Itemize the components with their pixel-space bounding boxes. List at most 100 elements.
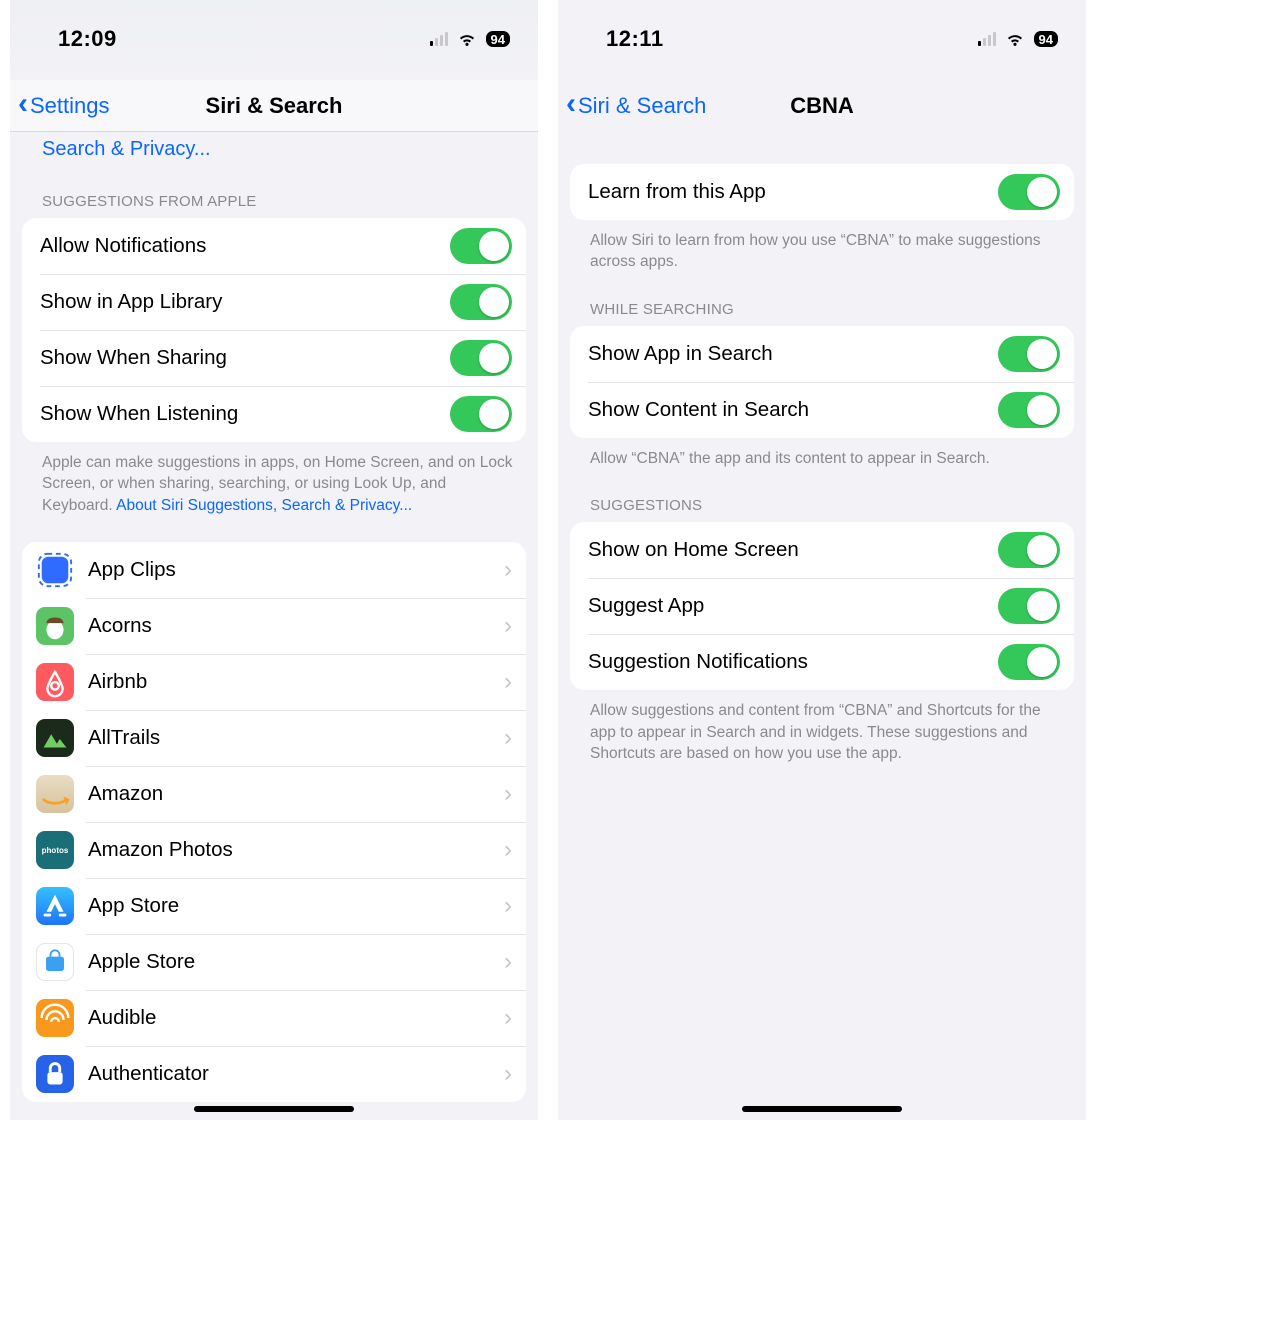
app-label: Apple Store xyxy=(88,950,496,974)
app-label: Acorns xyxy=(88,614,496,638)
cellular-signal-icon xyxy=(430,32,448,46)
app-label: App Store xyxy=(88,894,496,918)
about-privacy-link-top[interactable]: Search & Privacy... xyxy=(10,132,538,169)
row-suggestion-notifications[interactable]: Suggestion Notifications xyxy=(570,634,1074,690)
chevron-right-icon: › xyxy=(496,892,512,920)
airbnb-icon xyxy=(36,663,74,701)
back-label: Settings xyxy=(30,93,110,119)
status-icons: 94 xyxy=(978,22,1058,50)
app-label: App Clips xyxy=(88,558,496,582)
chevron-right-icon: › xyxy=(496,612,512,640)
suggestions-footer: Allow suggestions and content from “CBNA… xyxy=(558,690,1086,768)
amazon-icon xyxy=(36,775,74,813)
cellular-signal-icon xyxy=(978,32,996,46)
app-row-audible[interactable]: Audible› xyxy=(22,990,526,1046)
toggle-allow-notifications[interactable] xyxy=(450,228,512,264)
chevron-left-icon: ‹ xyxy=(566,87,576,121)
toggle-show-when-sharing[interactable] xyxy=(450,340,512,376)
battery-badge: 94 xyxy=(1034,31,1058,47)
app-label: Authenticator xyxy=(88,1062,496,1086)
chevron-right-icon: › xyxy=(496,556,512,584)
row-label: Show When Sharing xyxy=(40,346,450,370)
app-row-appclips[interactable]: App Clips› xyxy=(22,542,526,598)
chevron-right-icon: › xyxy=(496,1004,512,1032)
toggle-show-when-listening[interactable] xyxy=(450,396,512,432)
row-label: Show When Listening xyxy=(40,402,450,426)
app-label: Amazon xyxy=(88,782,496,806)
chevron-left-icon: ‹ xyxy=(18,87,28,121)
appstore-icon xyxy=(36,887,74,925)
app-row-airbnb[interactable]: Airbnb› xyxy=(22,654,526,710)
audible-icon xyxy=(36,999,74,1037)
row-label: Learn from this App xyxy=(588,180,998,204)
home-indicator[interactable] xyxy=(194,1106,354,1112)
appclips-icon xyxy=(36,551,74,589)
suggestions-footer: Apple can make suggestions in apps, on H… xyxy=(10,442,538,520)
row-label: Show on Home Screen xyxy=(588,538,998,562)
back-button[interactable]: ‹Settings xyxy=(18,91,110,121)
app-row-amazonphotos[interactable]: photosAmazon Photos› xyxy=(22,822,526,878)
row-show-content-in-search[interactable]: Show Content in Search xyxy=(570,382,1074,438)
search-group: Show App in Search Show Content in Searc… xyxy=(570,326,1074,438)
alltrails-icon xyxy=(36,719,74,757)
apps-group: App Clips›Acorns›Airbnb›AllTrails›Amazon… xyxy=(22,542,526,1102)
page-title: Siri & Search xyxy=(206,93,343,119)
status-bar: 12:11 94 xyxy=(558,0,1086,72)
home-indicator[interactable] xyxy=(742,1106,902,1112)
toggle-show-in-app-library[interactable] xyxy=(450,284,512,320)
app-label: Airbnb xyxy=(88,670,496,694)
suggestions-toggle-group: Allow Notifications Show in App Library … xyxy=(22,218,526,442)
chevron-right-icon: › xyxy=(496,836,512,864)
app-row-acorns[interactable]: Acorns› xyxy=(22,598,526,654)
toggle-suggestion-notifications[interactable] xyxy=(998,644,1060,680)
status-bar: 12:09 94 xyxy=(10,0,538,72)
chevron-right-icon: › xyxy=(496,1060,512,1088)
chevron-right-icon: › xyxy=(496,724,512,752)
wifi-icon xyxy=(456,28,478,50)
row-label: Allow Notifications xyxy=(40,234,450,258)
search-footer: Allow “CBNA” the app and its content to … xyxy=(558,438,1086,473)
back-button[interactable]: ‹Siri & Search xyxy=(566,91,706,121)
chevron-right-icon: › xyxy=(496,948,512,976)
app-row-amazon[interactable]: Amazon› xyxy=(22,766,526,822)
row-learn-from-app[interactable]: Learn from this App xyxy=(570,164,1074,220)
status-icons: 94 xyxy=(430,22,510,50)
row-label: Show App in Search xyxy=(588,342,998,366)
amazonphotos-icon: photos xyxy=(36,831,74,869)
app-row-alltrails[interactable]: AllTrails› xyxy=(22,710,526,766)
app-row-appstore[interactable]: App Store› xyxy=(22,878,526,934)
about-siri-suggestions-link[interactable]: About Siri Suggestions, Search & Privacy… xyxy=(116,497,412,514)
app-row-applestore[interactable]: Apple Store› xyxy=(22,934,526,990)
toggle-learn-from-app[interactable] xyxy=(998,174,1060,210)
row-show-on-home-screen[interactable]: Show on Home Screen xyxy=(570,522,1074,578)
row-show-app-library[interactable]: Show in App Library xyxy=(22,274,526,330)
applestore-icon xyxy=(36,943,74,981)
suggestions-header: SUGGESTIONS xyxy=(558,473,1086,522)
row-show-when-sharing[interactable]: Show When Sharing xyxy=(22,330,526,386)
row-suggest-app[interactable]: Suggest App xyxy=(570,578,1074,634)
status-time: 12:09 xyxy=(58,20,117,52)
row-label: Show in App Library xyxy=(40,290,450,314)
toggle-show-on-home-screen[interactable] xyxy=(998,532,1060,568)
acorns-icon xyxy=(36,607,74,645)
screenshot-siri-search: 12:09 94 ‹Settings Siri & Search Search … xyxy=(10,0,538,1120)
toggle-suggest-app[interactable] xyxy=(998,588,1060,624)
suggestions-from-apple-header: SUGGESTIONS FROM APPLE xyxy=(10,169,538,218)
wifi-icon xyxy=(1004,28,1026,50)
back-label: Siri & Search xyxy=(578,93,706,119)
page-title: CBNA xyxy=(790,93,854,119)
learn-group: Learn from this App xyxy=(570,164,1074,220)
battery-badge: 94 xyxy=(486,31,510,47)
row-label: Suggest App xyxy=(588,594,998,618)
auth-icon xyxy=(36,1055,74,1093)
while-searching-header: WHILE SEARCHING xyxy=(558,277,1086,326)
row-allow-notifications[interactable]: Allow Notifications xyxy=(22,218,526,274)
chevron-right-icon: › xyxy=(496,780,512,808)
row-show-when-listening[interactable]: Show When Listening xyxy=(22,386,526,442)
toggle-show-content-in-search[interactable] xyxy=(998,392,1060,428)
app-label: AllTrails xyxy=(88,726,496,750)
row-show-app-in-search[interactable]: Show App in Search xyxy=(570,326,1074,382)
row-label: Show Content in Search xyxy=(588,398,998,422)
app-row-auth[interactable]: Authenticator› xyxy=(22,1046,526,1102)
toggle-show-app-in-search[interactable] xyxy=(998,336,1060,372)
